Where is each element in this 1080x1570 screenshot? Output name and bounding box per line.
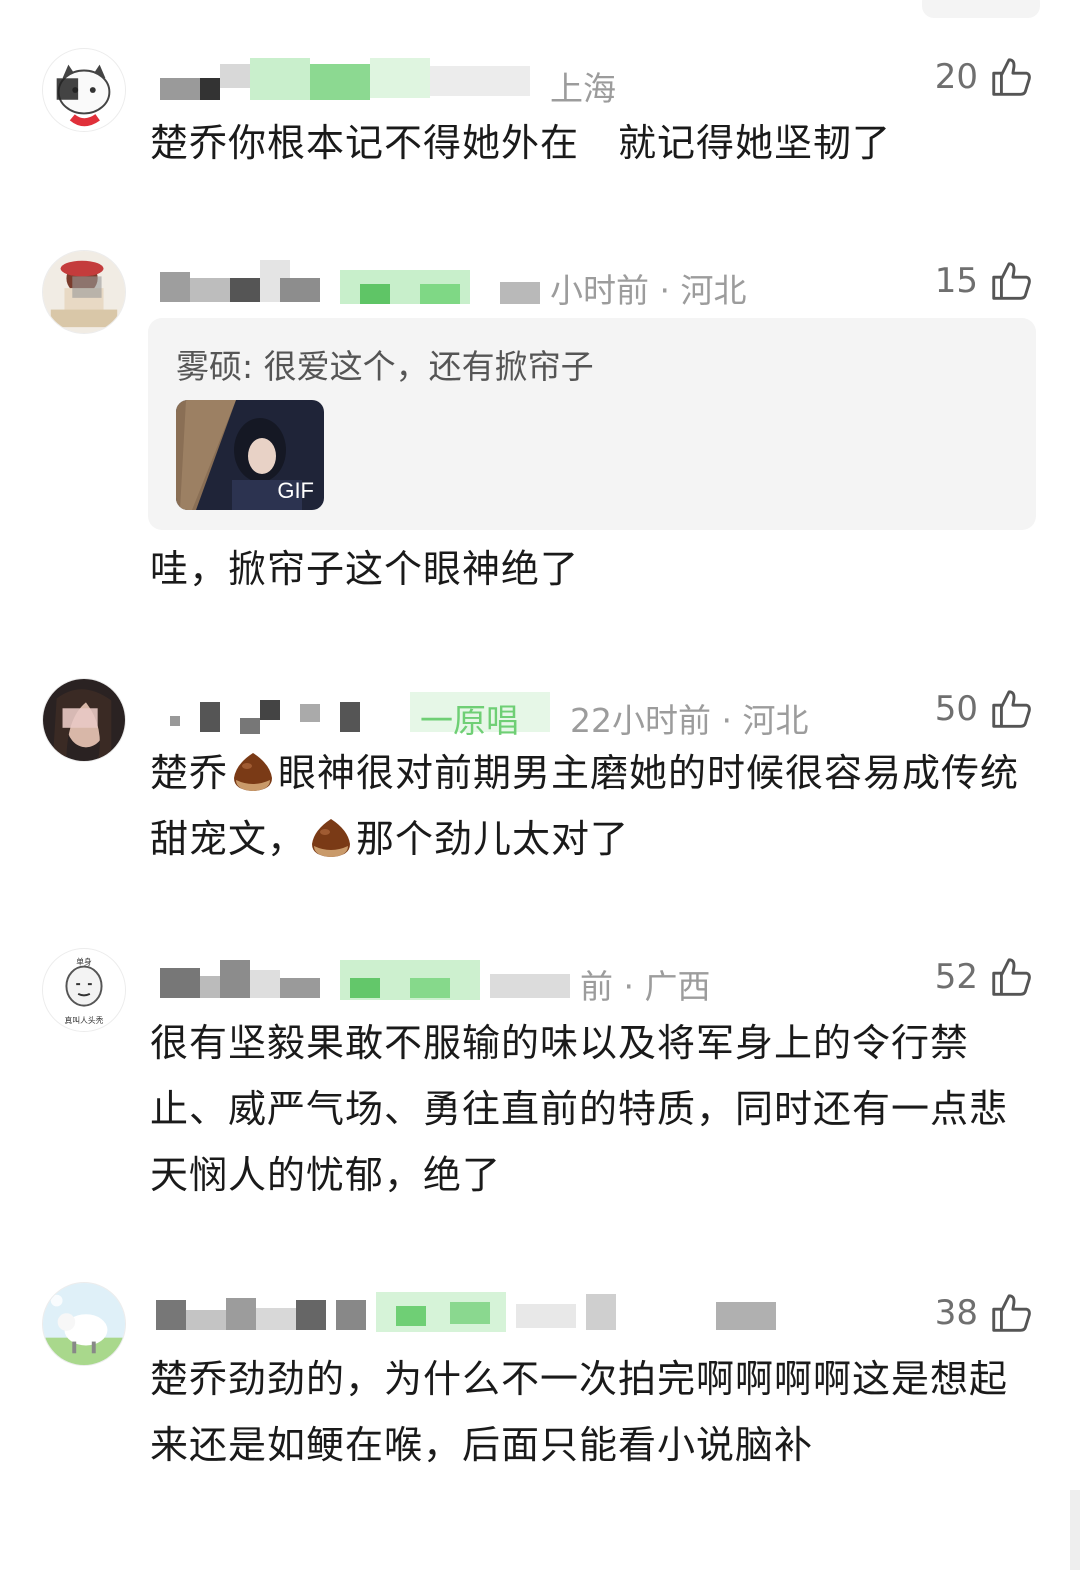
comment-time-location: 小时前 · 河北 bbox=[550, 271, 747, 310]
comment-meta: 前 · 广西 bbox=[150, 956, 950, 1006]
quoted-content: 很爱这个，还有掀帘子 bbox=[263, 347, 594, 386]
svg-text:单身: 单身 bbox=[76, 957, 92, 967]
gif-thumbnail[interactable]: GIF bbox=[176, 400, 324, 510]
chestnut-emoji-icon bbox=[234, 753, 273, 791]
comment-time-location: 前 · 广西 bbox=[580, 967, 711, 1006]
quoted-author: 雾硕 bbox=[176, 347, 242, 386]
comment-location: 上海 bbox=[550, 69, 616, 108]
thumbs-up-icon bbox=[992, 958, 1031, 996]
comment-meta: 小时前 · 河北 bbox=[150, 260, 950, 310]
avatar-caption: 真叫人头秃 bbox=[65, 1015, 104, 1025]
username-mosaic bbox=[150, 1290, 790, 1334]
comment-text: 楚乔 眼神很对前期男主磨她的时候很容易成传统甜宠文， 那个劲儿太对了 bbox=[150, 740, 1020, 872]
avatar[interactable] bbox=[42, 250, 126, 334]
chestnut-emoji-icon bbox=[312, 819, 351, 857]
comment-meta bbox=[150, 1290, 950, 1334]
like-count: 50 bbox=[934, 689, 978, 729]
like-count: 38 bbox=[934, 1293, 978, 1333]
quoted-reply[interactable]: 雾硕: 很爱这个，还有掀帘子 GIF bbox=[148, 318, 1036, 530]
thumbs-up-icon bbox=[992, 1294, 1031, 1332]
meme-avatar-icon: 单身 真叫人头秃 bbox=[43, 949, 125, 1031]
like-button[interactable]: 20 bbox=[935, 52, 1034, 102]
avatar[interactable] bbox=[42, 1282, 126, 1366]
avatar[interactable] bbox=[42, 48, 126, 132]
comment-item: 38 楚乔劲劲的，为什么不一次拍完啊啊啊啊这是想起来还是如鲠在喉，后面只能看小说… bbox=[0, 1280, 1080, 1570]
sheep-avatar-icon bbox=[43, 1283, 125, 1365]
comment-item: 单身 真叫人头秃 前 · 广西 52 很有坚毅果敢不服输的味以及将军身上的令行禁… bbox=[0, 944, 1080, 1224]
like-count: 15 bbox=[934, 261, 978, 301]
thumbs-up-icon bbox=[992, 690, 1031, 728]
avatar[interactable]: 单身 真叫人头秃 bbox=[42, 948, 126, 1032]
comment-meta: 上海 bbox=[150, 58, 950, 108]
photo-avatar-icon bbox=[43, 251, 125, 333]
comment-item: 上海 20 楚乔你根本记不得她外在 就记得她坚韧了 bbox=[0, 0, 1080, 220]
comment-meta: 一原唱 22小时前 · 河北 bbox=[150, 690, 950, 740]
comment-text: 哇，掀帘子这个眼神绝了 bbox=[150, 547, 580, 591]
cat-avatar-icon bbox=[43, 49, 125, 131]
comment-item: 一原唱 22小时前 · 河北 50 楚乔 眼神很对前期男主磨她的时候很容易成传统甜… bbox=[0, 676, 1080, 896]
like-button[interactable]: 15 bbox=[935, 256, 1034, 306]
avatar[interactable] bbox=[42, 678, 126, 762]
like-button[interactable]: 38 bbox=[935, 1288, 1034, 1338]
photo-avatar-icon bbox=[43, 679, 125, 761]
quote-separator: : bbox=[242, 347, 264, 386]
comment-time-location: 22小时前 · 河北 bbox=[570, 701, 809, 740]
comment-text: 楚乔你根本记不得她外在 就记得她坚韧了 bbox=[150, 121, 892, 165]
username-mosaic bbox=[150, 690, 630, 734]
scrollbar[interactable] bbox=[1070, 1490, 1080, 1570]
like-count: 52 bbox=[934, 957, 978, 997]
comment-text: 很有坚毅果敢不服输的味以及将军身上的令行禁止、威严气场、勇往直前的特质，同时还有… bbox=[150, 1021, 1009, 1197]
quoted-reply-text: 雾硕: 很爱这个，还有掀帘子 bbox=[176, 340, 594, 388]
thumbs-up-icon bbox=[992, 262, 1031, 300]
comment-text-part: 楚乔 bbox=[150, 751, 229, 795]
thumbs-up-icon bbox=[992, 58, 1031, 96]
user-badge: 一原唱 bbox=[420, 701, 519, 740]
username-mosaic bbox=[150, 956, 630, 1000]
comment-item: 小时前 · 河北 15 雾硕: 很爱这个，还有掀帘子 GIF 哇，掀帘子这个眼神… bbox=[0, 250, 1080, 630]
like-button[interactable]: 50 bbox=[935, 684, 1034, 734]
like-button[interactable]: 52 bbox=[935, 952, 1034, 1002]
comment-text-part: 那个劲儿太对了 bbox=[356, 817, 630, 861]
like-count: 20 bbox=[934, 57, 978, 97]
gif-label: GIF bbox=[277, 478, 314, 503]
comment-text: 楚乔劲劲的，为什么不一次拍完啊啊啊啊这是想起来还是如鲠在喉，后面只能看小说脑补 bbox=[150, 1357, 1009, 1467]
